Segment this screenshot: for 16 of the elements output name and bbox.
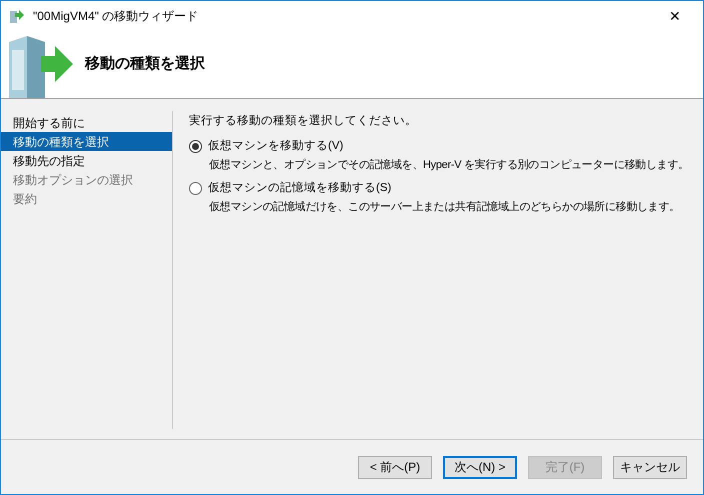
wizard-step[interactable]: 移動の種類を選択 <box>1 132 172 151</box>
wizard-button[interactable]: 次へ(N) > <box>443 456 517 478</box>
wizard-arrow-icon <box>9 8 25 24</box>
radio-option[interactable]: 仮想マシンを移動する(V) <box>189 136 344 156</box>
option-description: 仮想マシンの記憶域だけを、このサーバー上または共有記憶域上のどちらかの場所に移動します。 <box>209 200 680 216</box>
window-title: "00MigVM4" の移動ウィザード <box>33 8 198 25</box>
radio-option[interactable]: 仮想マシンの記憶域を移動する(S) <box>189 178 392 198</box>
radio-circle[interactable] <box>189 140 202 153</box>
close-button[interactable]: ✕ <box>655 1 695 31</box>
wizard-step[interactable]: 移動先の指定 <box>1 151 172 170</box>
wizard-step[interactable]: 開始する前に <box>1 113 172 132</box>
option-description: 仮想マシンと、オプションでその記憶域を、Hyper-V を実行する別のコンピューターに移動します。 <box>209 158 689 174</box>
page-heading: 移動の種類を選択 <box>85 54 205 74</box>
wizard-button[interactable]: < 前へ(P) <box>358 456 432 478</box>
instruction-text: 実行する移動の種類を選択してください。 <box>189 113 418 129</box>
wizard-button[interactable]: キャンセル <box>613 456 687 478</box>
